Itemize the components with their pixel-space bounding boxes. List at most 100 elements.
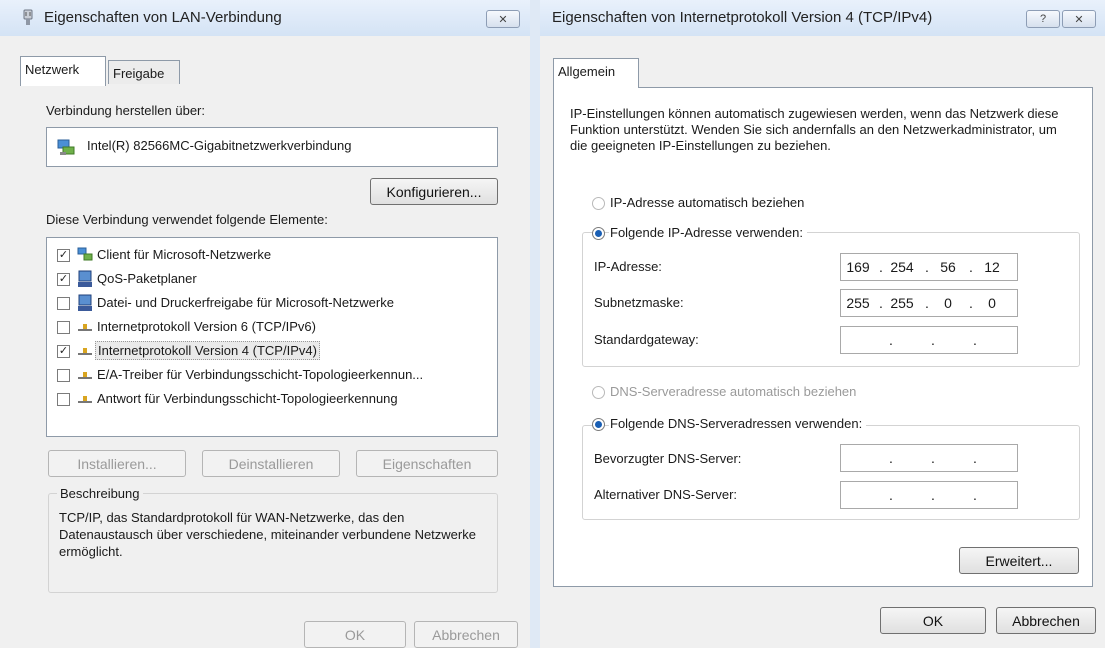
list-item[interactable]: Internetprotokoll Version 6 (TCP/IPv6)	[57, 317, 487, 337]
network-card-icon	[57, 138, 75, 159]
lan-properties-dialog: Eigenschaften von LAN-Verbindung ✕ Netzw…	[0, 0, 530, 648]
ip-dot: .	[969, 295, 973, 311]
lan-cancel-button-label: Abbrechen	[432, 626, 500, 643]
ip-dot: .	[973, 487, 977, 503]
ip-dot: .	[931, 450, 935, 466]
ip-address-input[interactable]: 169 . 254 . 56 . 12	[840, 253, 1018, 281]
properties-button-label: Eigenschaften	[382, 455, 472, 472]
ipv4-ok-button-label: OK	[922, 612, 944, 629]
ip-dot: .	[973, 332, 977, 348]
ipv4-ok-button[interactable]: OK	[880, 607, 986, 634]
lan-ok-button-label: OK	[344, 626, 366, 643]
subnet-octet-1: 255	[846, 295, 870, 311]
item-checkbox-lltd-io[interactable]	[57, 369, 70, 382]
close-icon: ✕	[1074, 13, 1084, 26]
elements-label: Diese Verbindung verwendet folgende Elem…	[46, 212, 328, 227]
adapter-box: Intel(R) 82566MC-Gigabitnetzwerkverbindu…	[46, 127, 498, 167]
item-label: Antwort für Verbindungsschicht-Topologie…	[97, 391, 398, 406]
ip-dot: .	[931, 332, 935, 348]
description-text: TCP/IP, das Standardprotokoll für WAN-Ne…	[59, 510, 476, 559]
network-adapter-icon	[22, 9, 34, 30]
list-item[interactable]: Antwort für Verbindungsschicht-Topologie…	[57, 389, 487, 409]
ipv4-properties-dialog: Eigenschaften von Internetprotokoll Vers…	[540, 0, 1105, 648]
tab-netzwerk[interactable]: Netzwerk	[20, 56, 106, 86]
ipv4-help-button[interactable]: ?	[1026, 10, 1060, 28]
tab-allgemein[interactable]: Allgemein	[553, 58, 639, 88]
ip-dot: .	[973, 450, 977, 466]
ip-octet-3: 56	[940, 259, 956, 275]
radio-auto-ip[interactable]	[592, 197, 605, 210]
item-label: Client für Microsoft-Netzwerke	[97, 247, 272, 262]
ip-dot: .	[925, 295, 929, 311]
computer-service-icon	[77, 270, 93, 291]
item-label: E/A-Treiber für Verbindungsschicht-Topol…	[97, 367, 424, 382]
protocol-icon	[77, 345, 93, 360]
ipv4-cancel-button[interactable]: Abbrechen	[996, 607, 1096, 634]
ip-octet-4: 12	[984, 259, 1000, 275]
uninstall-button[interactable]: Deinstallieren	[202, 450, 340, 477]
ip-dot: .	[879, 259, 883, 275]
gateway-input[interactable]: . . .	[840, 326, 1018, 354]
advanced-button-label: Erweitert...	[985, 552, 1053, 569]
configure-button[interactable]: Konfigurieren...	[370, 178, 498, 205]
subnet-mask-input[interactable]: 255 . 255 . 0 . 0	[840, 289, 1018, 317]
tab-netzwerk-label: Netzwerk	[25, 62, 80, 77]
configure-button-label: Konfigurieren...	[386, 183, 482, 200]
ip-dot: .	[889, 450, 893, 466]
preferred-dns-label: Bevorzugter DNS-Server:	[594, 451, 742, 466]
properties-button[interactable]: Eigenschaften	[356, 450, 498, 477]
alternate-dns-input[interactable]: . . .	[840, 481, 1018, 509]
ip-octet-2: 254	[890, 259, 914, 275]
list-item[interactable]: ✓ Internetprotokoll Version 4 (TCP/IPv4)	[57, 341, 487, 361]
item-label: QoS-Paketplaner	[97, 271, 197, 286]
lan-close-button[interactable]: ✕	[486, 10, 520, 28]
radio-auto-dns[interactable]	[592, 386, 605, 399]
advanced-button[interactable]: Erweitert...	[959, 547, 1079, 574]
radio-manual-dns[interactable]	[592, 418, 605, 431]
ipv4-close-button[interactable]: ✕	[1062, 10, 1096, 28]
radio-auto-ip-label: IP-Adresse automatisch beziehen	[610, 195, 805, 210]
list-item[interactable]: E/A-Treiber für Verbindungsschicht-Topol…	[57, 365, 487, 385]
protocol-icon	[77, 321, 93, 336]
list-item[interactable]: Datei- und Druckerfreigabe für Microsoft…	[57, 293, 487, 313]
radio-manual-ip[interactable]	[592, 227, 605, 240]
ipv4-dialog-title: Eigenschaften von Internetprotokoll Vers…	[552, 9, 933, 26]
subnet-octet-4: 0	[988, 295, 996, 311]
ipv4-title-bar: Eigenschaften von Internetprotokoll Vers…	[540, 0, 1105, 36]
connect-via-label: Verbindung herstellen über:	[46, 103, 206, 118]
item-checkbox-ipv6[interactable]	[57, 321, 70, 334]
item-checkbox-qos[interactable]: ✓	[57, 273, 70, 286]
ip-dot: .	[889, 487, 893, 503]
ipv4-tab-panel: IP-Einstellungen können automatisch zuge…	[553, 87, 1093, 587]
radio-manual-dns-label: Folgende DNS-Serveradressen verwenden:	[609, 416, 867, 431]
alternate-dns-label: Alternativer DNS-Server:	[594, 487, 738, 502]
ip-dot: .	[925, 259, 929, 275]
subnet-octet-2: 255	[890, 295, 914, 311]
ip-address-label: IP-Adresse:	[594, 259, 662, 274]
lan-ok-button[interactable]: OK	[304, 621, 406, 648]
ipv4-cancel-button-label: Abbrechen	[1012, 612, 1080, 629]
radio-manual-ip-label: Folgende IP-Adresse verwenden:	[609, 225, 807, 240]
item-checkbox-client[interactable]: ✓	[57, 249, 70, 262]
description-label: Beschreibung	[57, 486, 143, 501]
list-item[interactable]: ✓ QoS-Paketplaner	[57, 269, 487, 289]
help-icon: ?	[1039, 13, 1047, 25]
tab-freigabe-label: Freigabe	[113, 66, 165, 81]
install-button-label: Installieren...	[77, 455, 157, 472]
uninstall-button-label: Deinstallieren	[228, 455, 314, 472]
item-checkbox-ipv4[interactable]: ✓	[57, 345, 70, 358]
description-group: Beschreibung TCP/IP, das Standardprotoko…	[48, 486, 498, 593]
intro-text: IP-Einstellungen können automatisch zuge…	[570, 106, 1059, 153]
install-button[interactable]: Installieren...	[48, 450, 186, 477]
tab-freigabe[interactable]: Freigabe	[108, 60, 180, 84]
adapter-name: Intel(R) 82566MC-Gigabitnetzwerkverbindu…	[87, 138, 352, 153]
preferred-dns-input[interactable]: . . .	[840, 444, 1018, 472]
lan-title-bar: Eigenschaften von LAN-Verbindung ✕	[0, 0, 530, 36]
item-checkbox-file-sharing[interactable]	[57, 297, 70, 310]
list-item[interactable]: ✓ Client für Microsoft-Netzwerke	[57, 245, 487, 265]
item-checkbox-lltd-responder[interactable]	[57, 393, 70, 406]
network-client-icon	[77, 247, 93, 266]
ip-dot: .	[969, 259, 973, 275]
lan-cancel-button[interactable]: Abbrechen	[414, 621, 518, 648]
protocol-icon	[77, 369, 93, 384]
